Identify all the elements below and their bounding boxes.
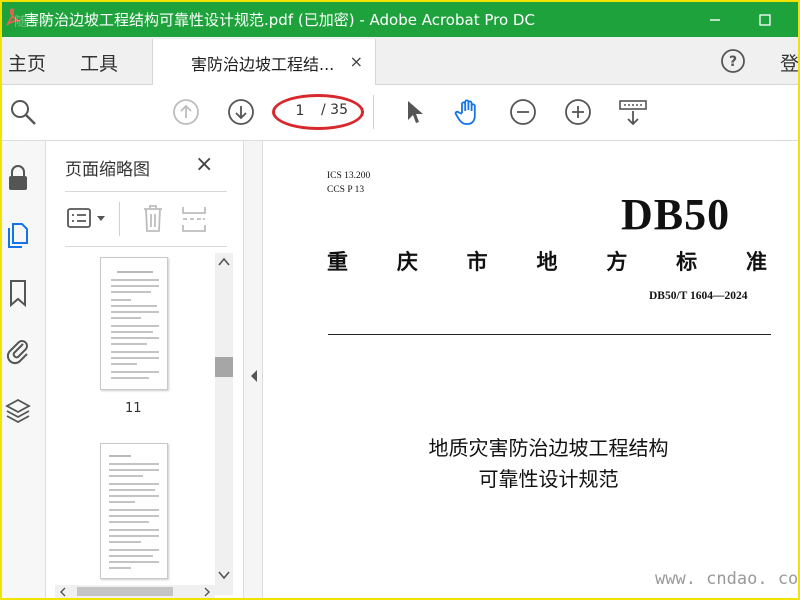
toolbar-divider (373, 95, 374, 129)
hand-icon (454, 99, 476, 125)
layers-rail-button[interactable] (5, 395, 31, 425)
panel-title: 页面缩略图 (65, 160, 150, 180)
std-char: 庆 (396, 249, 418, 274)
scroll-down-icon[interactable] (218, 570, 230, 580)
help-icon[interactable]: ? (720, 48, 746, 74)
std-char: 准 (745, 249, 767, 274)
extract-pages-icon[interactable] (181, 204, 207, 234)
page-thumbnail[interactable] (100, 257, 168, 390)
keyboard-down-icon (619, 100, 647, 126)
scroll-thumb[interactable] (215, 357, 233, 377)
attachments-rail-button[interactable] (5, 335, 31, 365)
document-view[interactable]: ICS 13.200 CCS P 13 DB50 重 庆 市 地 方 标 准 D… (263, 141, 798, 598)
attachment-icon (6, 340, 28, 365)
layers-icon (5, 398, 31, 424)
doc-classification: ICS 13.200 CCS P 13 (327, 169, 370, 197)
window-title: 害防治边坡工程结构可靠性设计规范.pdf (已加密) - Adobe Acrob… (24, 11, 535, 29)
thumbnail-tools (65, 191, 227, 247)
doc-title-line: 可靠性设计规范 (478, 467, 619, 491)
tab-close-icon[interactable]: × (350, 52, 363, 71)
app-window: 随手书 害防治边坡工程结构可靠性设计规范.pdf (已加密) - Adobe A… (2, 2, 798, 598)
scroll-right-icon[interactable] (203, 587, 211, 597)
hand-tool-button[interactable] (453, 97, 483, 127)
panel-close-icon[interactable]: × (195, 152, 213, 177)
page-thumbnail-preview (111, 271, 159, 379)
doc-title-line: 地质灾害防治边坡工程结构 (428, 436, 669, 460)
scroll-up-icon[interactable] (218, 257, 230, 267)
thumbnail-hscrollbar[interactable] (55, 585, 215, 598)
std-char: 市 (466, 249, 488, 274)
menu-tools[interactable]: 工具 (80, 49, 118, 76)
page-number-highlight (272, 94, 364, 130)
doc-ccs: CCS P 13 (327, 185, 365, 195)
lock-icon (9, 165, 27, 190)
document-tab[interactable]: 害防治边坡工程结... × (152, 39, 376, 86)
doc-rule (328, 334, 771, 335)
pages-icon (8, 223, 28, 248)
previous-page-button[interactable] (171, 97, 201, 127)
page-thumbnail[interactable] (100, 443, 168, 579)
page-thumbnail-preview (109, 455, 159, 569)
next-page-button[interactable] (226, 97, 256, 127)
delete-icon[interactable] (141, 204, 165, 234)
cursor-arrow-icon (408, 101, 423, 123)
thumbnail-page-number: 11 (125, 401, 142, 416)
site-watermark: www. cndao. com (655, 569, 798, 589)
menu-row: 主页 工具 害防治边坡工程结... × ? 登 (2, 37, 798, 86)
thumbnail-panel: 页面缩略图 × 11 (47, 141, 243, 598)
zoom-out-button[interactable] (508, 97, 538, 127)
tools-divider (119, 202, 120, 236)
thumbnail-scrollbar[interactable] (215, 253, 233, 595)
std-char: 标 (676, 249, 698, 274)
login-link[interactable]: 登 (780, 49, 798, 76)
collapse-left-icon[interactable] (249, 369, 259, 383)
panel-collapse-bar[interactable] (243, 141, 263, 598)
hscroll-thumb[interactable] (77, 587, 173, 596)
arrow-up-circle-icon (173, 99, 199, 125)
title-bar: 随手书 害防治边坡工程结构可靠性设计规范.pdf (已加密) - Adobe A… (2, 2, 798, 37)
doc-standard-number: DB50/T 1604—2024 (649, 290, 748, 302)
arrow-down-circle-icon (228, 99, 254, 125)
left-rail (2, 141, 46, 598)
doc-code-big: DB50 (621, 190, 731, 239)
maximize-icon (759, 13, 771, 26)
doc-title: 地质灾害防治边坡工程结构 可靠性设计规范 (327, 433, 770, 495)
search-icon (11, 100, 36, 125)
menu-home[interactable]: 主页 (8, 49, 46, 76)
search-button[interactable] (8, 97, 38, 127)
scroll-mode-button[interactable] (618, 97, 648, 127)
security-rail-button[interactable] (5, 163, 31, 193)
std-char: 重 (327, 249, 348, 274)
minimize-button[interactable] (692, 2, 738, 37)
bookmarks-rail-button[interactable] (5, 278, 31, 308)
select-tool-button[interactable] (399, 97, 429, 127)
doc-standard-type: 重 庆 市 地 方 标 准 (327, 246, 767, 276)
std-char: 地 (536, 249, 558, 274)
bookmark-icon (10, 280, 26, 308)
svg-text:?: ? (729, 54, 737, 70)
maximize-button[interactable] (742, 2, 788, 37)
zoom-in-button[interactable] (563, 97, 593, 127)
zoom-out-icon (510, 99, 536, 125)
toolbar: 1 / 35 (2, 85, 798, 141)
scroll-left-icon[interactable] (59, 587, 67, 597)
options-menu-icon[interactable] (67, 207, 111, 231)
page-thumbnails-rail-button[interactable] (5, 220, 31, 250)
std-char: 方 (606, 249, 628, 274)
zoom-in-icon (565, 99, 591, 125)
minimize-icon (710, 18, 720, 21)
document-tab-label: 害防治边坡工程结... (191, 55, 335, 74)
doc-ics: ICS 13.200 (327, 171, 371, 181)
